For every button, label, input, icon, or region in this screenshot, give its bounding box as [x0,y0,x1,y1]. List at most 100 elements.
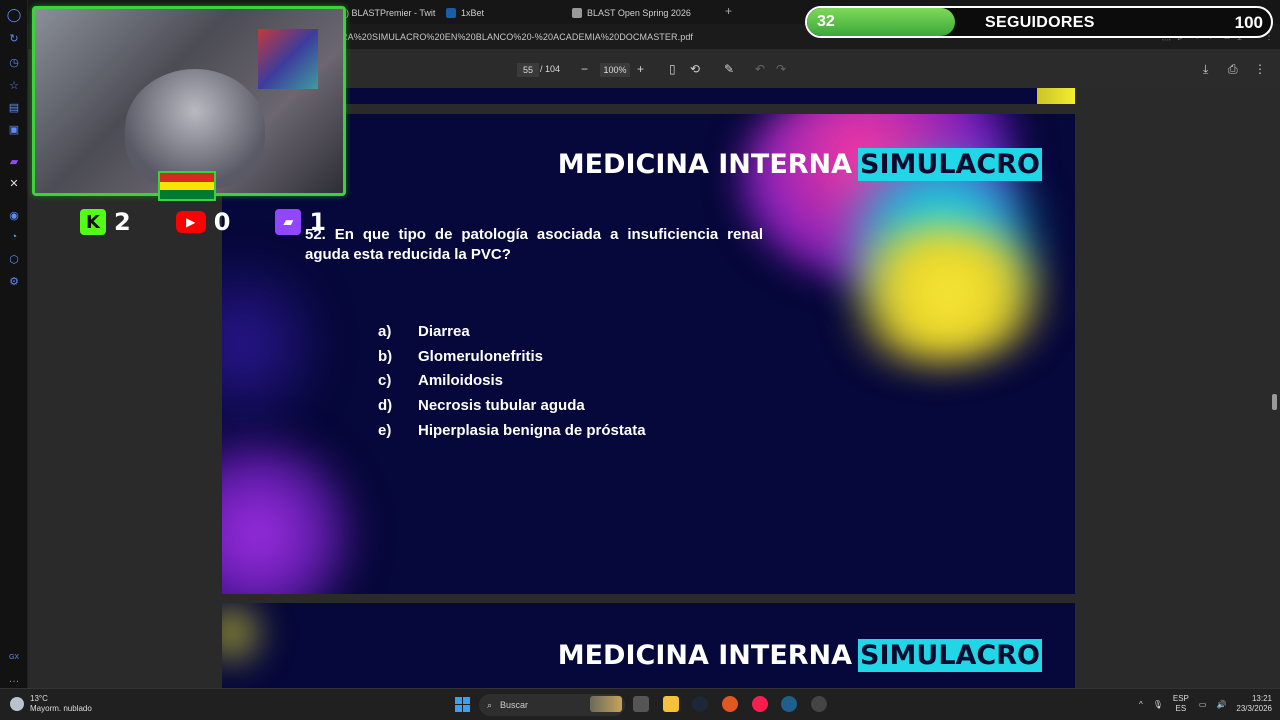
current-slide: MEDICINA INTERNA SIMULACRO 52. En que ti… [222,114,1075,594]
option-text: Diarrea [418,322,470,340]
slide-decoration [222,603,262,673]
followers-goal-bar: 32 SEGUIDORES 100 [805,6,1273,38]
option-letter: c) [378,372,392,390]
date: 23/3/2026 [1236,704,1272,713]
temperature: 13°C [30,694,48,703]
youtube-counter: ▶ 0 [175,208,230,236]
clock-icon[interactable]: ◔ [7,230,21,244]
blast-favicon-icon [572,7,582,18]
extensions-icon[interactable]: ⬡ [7,252,21,266]
question-text: 52. En que tipo de patología asociada a … [305,226,763,263]
player-icon[interactable]: ◉ [7,208,21,222]
page-number-input[interactable]: 55 [517,63,539,77]
redo-icon[interactable]: ↷ [776,61,786,77]
settings-icon[interactable]: ⚙ [7,274,21,288]
network-icon[interactable]: ▭ [1199,700,1207,709]
twitch-counter: ▰ 1 [275,208,326,236]
reload-icon[interactable]: ↻ [7,31,21,45]
cloud-icon [10,697,24,711]
language-code: ESP [1172,694,1189,703]
new-tab-icon[interactable]: + [725,4,732,18]
opera-logo-icon[interactable]: ◯ [7,7,22,22]
vertical-scrollbar[interactable] [1270,88,1280,688]
bookmarks-icon[interactable]: ☆ [7,78,21,92]
app-icon[interactable] [811,696,827,712]
microphone-icon[interactable]: 🎙 [1153,700,1163,709]
option-text: Glomerulonefritis [418,347,544,365]
scrollbar-thumb[interactable] [1272,394,1277,410]
taskbar: 13°C Mayorm. nublado ⌕ Buscar ^ 🎙 ESP ES… [0,688,1280,720]
bolivia-flag [158,171,216,201]
firefox-icon[interactable] [722,696,738,712]
slide-title-text: MEDICINA INTERNA [557,149,853,180]
file-explorer-icon[interactable] [663,696,679,712]
next-slide-title: MEDICINA INTERNA SIMULACRO [558,639,1042,672]
opera-gx-icon[interactable] [752,696,768,712]
tab-blast[interactable]: BLAST Open Spring 2026 [572,3,691,22]
x-icon[interactable]: ✕ [7,176,21,190]
slide-decoration [1037,88,1075,104]
followers-label: SEGUIDORES [985,14,1095,31]
wallet-icon[interactable]: ▤ [7,100,21,114]
option-a: a) Diarrea [378,319,646,344]
zoom-level-input[interactable]: 100% [600,63,630,77]
slide-title-text: MEDICINA INTERNA [557,640,853,671]
more-icon[interactable]: … [7,672,21,686]
task-view-icon[interactable] [633,696,649,712]
draw-icon[interactable]: ✎ [724,61,734,77]
history-icon[interactable]: ◷ [7,55,21,69]
slide-decoration [822,224,1052,364]
next-slide: MEDICINA INTERNA SIMULACRO [222,603,1075,688]
print-icon[interactable]: ⎙ [1228,61,1238,77]
slide-title-highlight: SIMULACRO [858,148,1042,181]
language-indicator[interactable]: ESP ES [1173,694,1189,714]
option-b: b) Glomerulonefritis [378,344,646,369]
weather-text: Mayorm. nublado [30,704,92,713]
option-text: Necrosis tubular aguda [418,397,585,415]
followers-current: 32 [817,13,835,30]
twitch-count: 1 [309,208,327,236]
twitch-icon[interactable]: ▰ [7,154,21,168]
keyboard-code: ES [1175,704,1187,713]
twitch-icon: ▰ [275,209,302,235]
undo-icon[interactable]: ↶ [755,61,765,77]
download-pdf-icon[interactable]: ⤓ [1203,61,1208,77]
system-tray: ^ 🎙 ESP ES ▭ 🔊 13:21 23/3/2026 [1139,694,1272,714]
kick-count: 2 [114,208,131,236]
slide-title: MEDICINA INTERNA SIMULACRO [558,148,1042,181]
previous-slide [222,88,1075,104]
tab-label: BLAST Open Spring 2026 [587,7,691,18]
option-text: Amiloidosis [418,372,504,390]
option-letter: d) [378,397,393,415]
tab-1xbet[interactable]: 1xBet [446,3,484,22]
time: 13:21 [1251,694,1272,703]
option-e: e) Hiperplasia benigna de próstata [378,418,646,443]
url-field[interactable]: RA%20SIMULACRO%20EN%20BLANCO%20-%20ACADE… [341,32,693,42]
messenger-icon[interactable]: ▣ [7,122,21,136]
platform-counters: K 2 ▶ 0 ▰ 1 [80,208,371,236]
steam-icon[interactable] [692,696,708,712]
clock[interactable]: 13:21 23/3/2026 [1236,694,1272,714]
chevron-up-icon[interactable]: ^ [1139,700,1143,709]
gx-icon[interactable]: GX [7,650,21,664]
weather-widget[interactable]: 13°C Mayorm. nublado [10,694,92,714]
zoom-out-button[interactable]: − [581,61,588,77]
followers-goal: 100 [1234,13,1263,32]
1xbet-favicon-icon [446,7,456,18]
zoom-in-button[interactable]: + [637,61,644,77]
webcam-overlay [32,6,346,196]
youtube-icon: ▶ [175,211,206,233]
more-options-icon[interactable]: ⋮ [1254,61,1266,77]
volume-icon[interactable]: 🔊 [1216,700,1226,709]
option-d: d) Necrosis tubular aguda [378,393,646,418]
tab-label: 1xBet [461,7,485,18]
search-highlight-icon[interactable] [590,696,622,712]
webcam-background-poster [258,29,318,89]
fit-page-icon[interactable]: ▯ [669,61,676,77]
search-icon: ⌕ [487,699,493,710]
option-letter: b) [378,347,393,365]
rotate-icon[interactable]: ⟲ [690,61,700,77]
start-button[interactable] [455,697,470,712]
browser-sidebar: ◯ ↻ ◷ ☆ ▤ ▣ ▰ ✕ ◉ ◔ ⬡ ⚙ GX … [0,0,28,688]
steam-alt-icon[interactable] [781,696,797,712]
